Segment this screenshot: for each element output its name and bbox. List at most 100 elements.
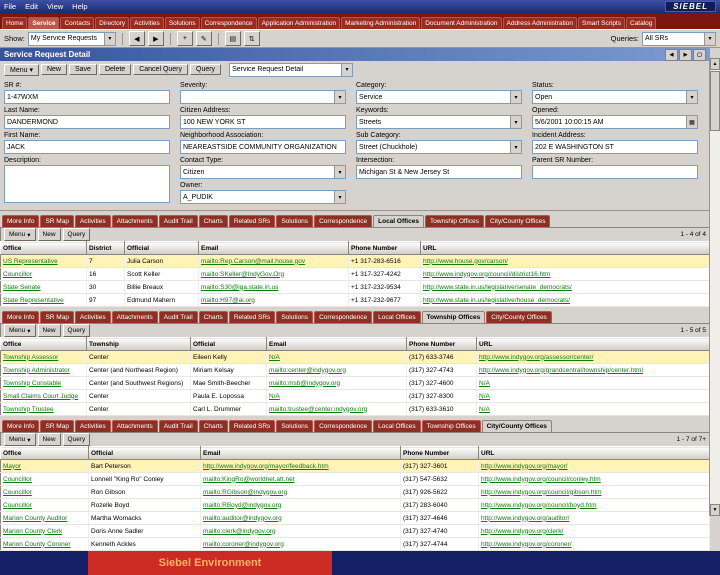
cell-official[interactable]: Eileen Kelly [190,350,267,364]
screen-tab[interactable]: Solutions [164,17,200,29]
view-tab[interactable]: Charts [198,215,228,227]
table-row[interactable]: Marion County Auditor Martha Womacks mai… [0,511,710,525]
cell-office[interactable]: US Representative [0,254,87,268]
intersection-input[interactable]: Michigan St & New Jersey St [356,165,522,179]
forward-icon[interactable]: ▶ [147,31,164,46]
cell-email[interactable]: mailto:trustee@center.indygov.org [266,402,407,416]
cell-email[interactable]: http://www.indygov.org/mayor/feedback.ht… [200,459,401,473]
view-tab[interactable]: Audit Trail [158,215,198,227]
cell-township[interactable]: Center [86,389,191,403]
view-tab[interactable]: Charts [198,311,228,323]
view-tab[interactable]: City/County Offices [486,311,552,323]
cell-office[interactable]: Township Constable [0,376,87,390]
column-header[interactable]: Phone Number [400,446,479,460]
cancel-query-button[interactable]: Cancel Query [133,64,188,75]
cell-url[interactable]: http://www.indygov.org/council/conley.ht… [478,472,710,486]
menu-item[interactable]: View [47,2,63,11]
screen-tab[interactable]: Marketing Administration [341,17,421,29]
applet-menu-button[interactable]: Menu ▾ [4,433,36,446]
applet-new-button[interactable]: New [37,228,61,241]
cell-phone-number[interactable]: +1 317-327-4242 [348,267,421,281]
view-tab[interactable]: More Info [2,311,40,323]
cell-phone-number[interactable]: +1 317-232-9677 [348,293,421,307]
applet-new-button[interactable]: New [37,433,61,446]
view-tab[interactable]: Solutions [276,420,314,432]
cell-official[interactable]: Carl L. Drummer [190,402,267,416]
scroll-down-icon[interactable]: ▼ [710,504,720,516]
cell-url[interactable]: http://www.indygov.org/grandcentral/town… [476,363,710,377]
cell-official[interactable]: Martha Womacks [88,511,201,525]
column-header[interactable]: Office [0,337,87,351]
cell-office[interactable]: Township Trustee [0,402,87,416]
view-tab[interactable]: Solutions [276,215,314,227]
cell-url[interactable]: http://www.indygov.org/coroner/ [478,537,710,551]
cell-email[interactable]: mailto:center@indygov.org [266,363,407,377]
cell-office[interactable]: Township Assessor [0,350,87,364]
scroll-up-icon[interactable]: ▲ [710,58,720,70]
menu-item[interactable]: File [4,2,16,11]
cell-office[interactable]: Councillor [0,267,87,281]
view-tab[interactable]: SR Map [40,311,74,323]
cell-district[interactable]: 30 [86,280,125,294]
cell-phone-number[interactable]: (317) 633-3610 [406,402,477,416]
cell-email[interactable]: N/A [266,389,407,403]
view-tab[interactable]: Township Offices [424,215,484,227]
cell-url[interactable]: http://www.house.gov/carson/ [420,254,710,268]
table-row[interactable]: US Representative 7 Julia Carson mailto:… [0,254,710,268]
view-tab[interactable]: More Info [2,420,40,432]
cell-township[interactable]: Center [86,402,191,416]
cell-email[interactable]: mailto:SKeller@IndyGov.Org [198,267,349,281]
cell-office[interactable]: State Representative [0,293,87,307]
table-row[interactable]: State Senate 30 Billie Breaux mailto:S30… [0,280,710,294]
cell-official[interactable]: Doris Anne Sadler [88,524,201,538]
view-tab[interactable]: Township Offices [421,311,486,323]
cell-url[interactable]: http://www.state.in.us/legislative/senat… [420,280,710,294]
chevron-down-icon[interactable]: ▾ [510,91,521,103]
column-header[interactable]: Email [266,337,407,351]
column-header[interactable]: URL [420,241,710,255]
sr-number-input[interactable]: 1-47WXM [4,90,170,104]
screen-tab[interactable]: Directory [95,17,130,29]
cell-phone-number[interactable]: (317) 327-4646 [400,511,479,525]
cell-phone-number[interactable]: (317) 327-4744 [400,537,479,551]
view-tab[interactable]: Attachments [111,311,158,323]
cell-phone-number[interactable]: (317) 633-3746 [406,350,477,364]
keywords-select[interactable]: Streets ▾ [356,115,522,129]
cell-official[interactable]: Julia Carson [124,254,199,268]
scrollbar-thumb[interactable] [710,71,720,131]
cell-phone-number[interactable]: +1 317-283-6516 [348,254,421,268]
screen-tab[interactable]: Contacts [60,17,95,29]
view-tab[interactable]: Correspondence [314,215,373,227]
screen-tab[interactable]: Home [2,17,28,29]
chevron-down-icon[interactable]: ▾ [341,63,353,76]
view-tab[interactable]: Charts [198,420,228,432]
cell-url[interactable]: http://www.indygov.org/council/district1… [420,267,710,281]
cell-phone-number[interactable]: +1 317-232-9534 [348,280,421,294]
edit-icon[interactable]: ✎ [195,31,212,46]
status-select[interactable]: Open ▾ [532,90,698,104]
queries-select[interactable]: All SRs ▾ [642,31,716,46]
cell-url[interactable]: http://www.indygov.org/council/boyd.htm [478,498,710,512]
column-header[interactable]: URL [478,446,710,460]
view-tab[interactable]: SR Map [40,420,74,432]
column-header[interactable]: Email [198,241,349,255]
delete-button[interactable]: Delete [98,64,132,75]
back-icon[interactable]: ◀ [128,31,145,46]
view-tab[interactable]: Solutions [276,311,314,323]
view-tab[interactable]: Related SRs [228,215,276,227]
screen-tab[interactable]: Smart Scripts [577,17,625,29]
table-row[interactable]: Township Trustee Center Carl L. Drummer … [0,402,710,416]
cell-district[interactable]: 97 [86,293,125,307]
cell-district[interactable]: 16 [86,267,125,281]
cell-official[interactable]: Billie Breaux [124,280,199,294]
cell-url[interactable]: http://www.indygov.org/council/gibson.ht… [478,485,710,499]
neighborhood-association-input[interactable]: NEAREASTSIDE COMMUNITY ORGANIZATION [180,140,346,154]
table-row[interactable]: Township Constable Center (and Southwest… [0,376,710,390]
cell-url[interactable]: N/A [476,376,710,390]
cell-official[interactable]: Edmund Mahern [124,293,199,307]
cell-email[interactable]: mailto:RGibson@indygov.org [200,485,401,499]
cell-url[interactable]: http://www.indygov.org/clerk/ [478,524,710,538]
view-select[interactable]: Service Request Detail ▾ [229,62,354,77]
table-row[interactable]: State Representative 97 Edmund Mahern ma… [0,293,710,307]
cell-phone-number[interactable]: (317) 327-4740 [400,524,479,538]
